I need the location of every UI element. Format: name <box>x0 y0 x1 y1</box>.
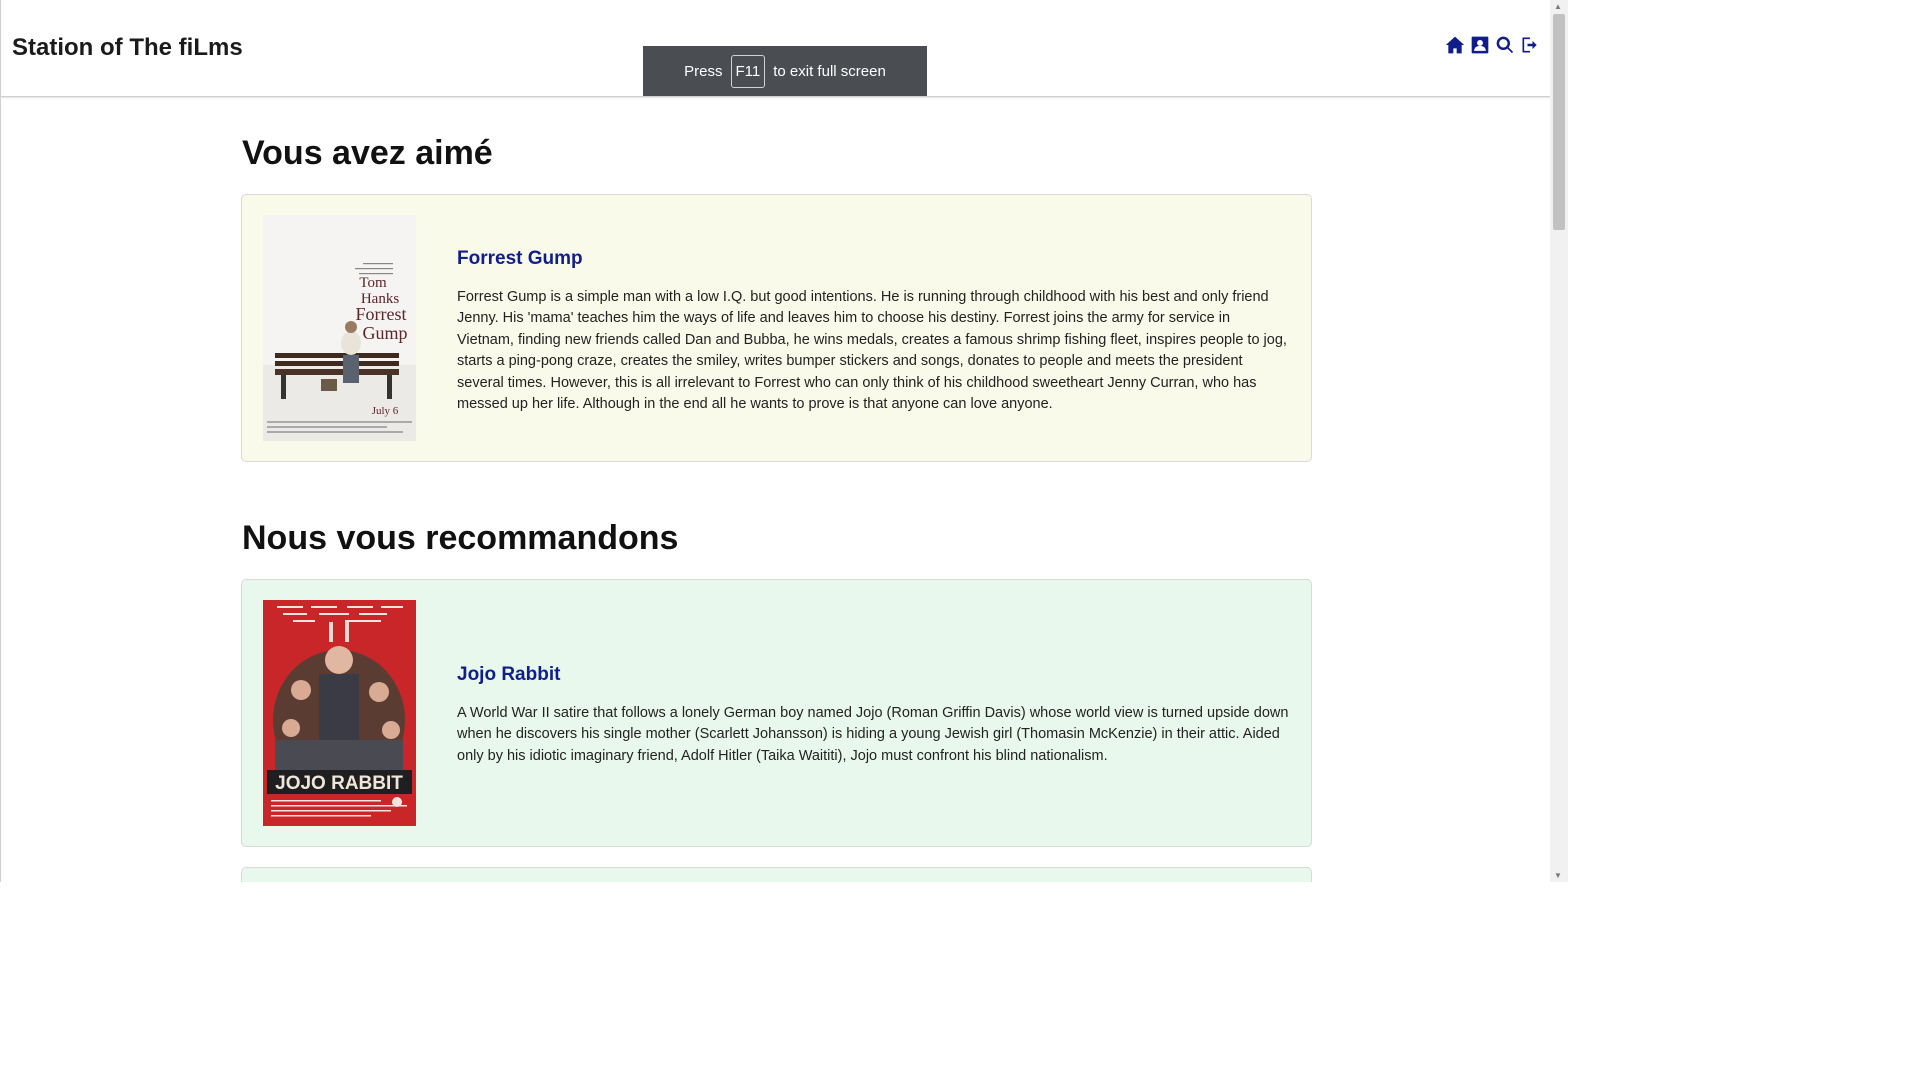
liked-film-card[interactable]: Tom Hanks Forrest Gump July 6 Forrest Gu… <box>241 194 1312 462</box>
recommended-film-card[interactable]: JOJO RABBIT Jojo Rabbit A World War II s… <box>241 579 1312 847</box>
recommended-film-card-next[interactable] <box>241 867 1312 882</box>
poster-text-gump: Gump <box>363 323 408 343</box>
page-scrollbar[interactable]: ▲ ▼ <box>1550 0 1568 882</box>
home-icon[interactable] <box>1445 34 1465 56</box>
recommended-film-body: Jojo Rabbit A World War II satire that f… <box>457 664 1289 767</box>
logout-icon[interactable] <box>1520 34 1540 56</box>
liked-section-title: Vous avez aimé <box>242 134 493 172</box>
scroll-up-arrow[interactable]: ▲ <box>1554 2 1562 11</box>
f11-key: F11 <box>730 54 766 88</box>
user-profile-icon[interactable] <box>1470 34 1490 56</box>
recommended-section-title: Nous vous recommandons <box>242 519 679 557</box>
jojo-rabbit-poster[interactable]: JOJO RABBIT <box>263 600 416 826</box>
toast-prefix: Press <box>684 62 723 80</box>
liked-film-body: Forrest Gump Forrest Gump is a simple ma… <box>457 248 1289 415</box>
scrollbar-thumb[interactable] <box>1553 14 1565 230</box>
poster-text-date: July 6 <box>372 405 399 417</box>
scroll-down-arrow[interactable]: ▼ <box>1554 871 1562 880</box>
toast-suffix: to exit full screen <box>773 62 886 80</box>
page-frame: Station of The fiLms Press F11 to exit f… <box>0 0 1550 882</box>
poster-text-tom: Tom <box>359 275 387 291</box>
film-description-jojo-rabbit: A World War II satire that follows a lon… <box>457 705 1289 764</box>
fullscreen-exit-toast: Press F11 to exit full screen <box>643 46 927 96</box>
film-title-forrest-gump[interactable]: Forrest Gump <box>457 248 1289 270</box>
poster-text-forrest: Forrest <box>356 304 407 324</box>
site-title[interactable]: Station of The fiLms <box>12 34 243 62</box>
film-description-forrest-gump: Forrest Gump is a simple man with a low … <box>457 289 1287 413</box>
film-title-jojo-rabbit[interactable]: Jojo Rabbit <box>457 664 1289 686</box>
nav-icons <box>1445 34 1540 56</box>
forrest-gump-poster[interactable]: Tom Hanks Forrest Gump July 6 <box>263 215 416 441</box>
poster-text-jojo-rabbit: JOJO RABBIT <box>275 773 403 794</box>
search-icon[interactable] <box>1495 34 1515 56</box>
